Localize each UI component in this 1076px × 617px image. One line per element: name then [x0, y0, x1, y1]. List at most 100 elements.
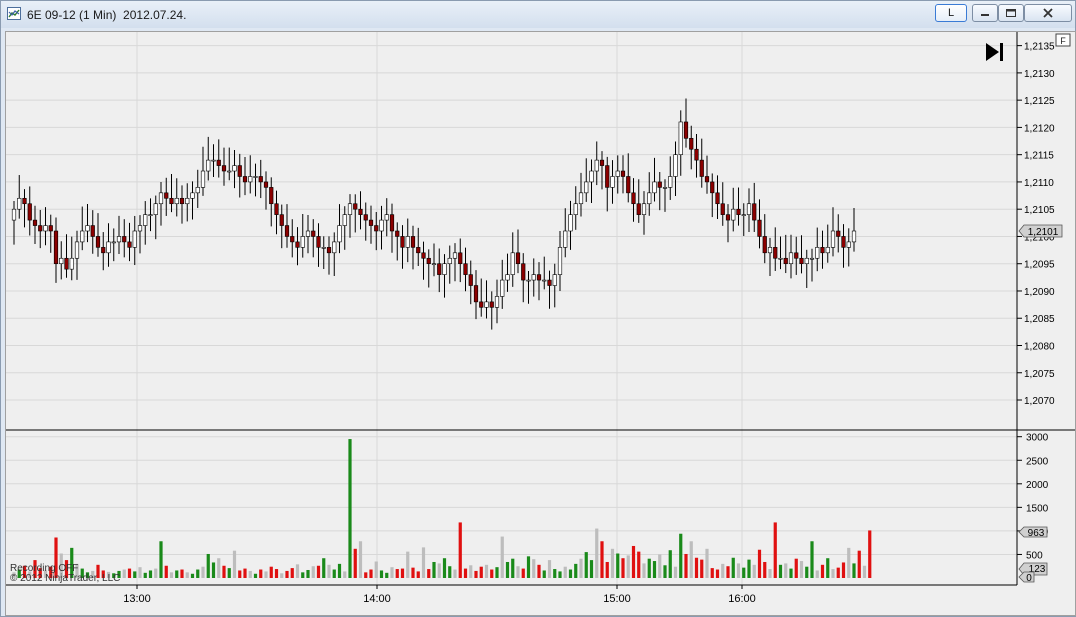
candlestick — [384, 198, 389, 237]
candlestick — [573, 186, 578, 230]
volume-bar — [805, 566, 809, 578]
maximize-button[interactable] — [998, 4, 1024, 22]
volume-bar — [658, 554, 662, 578]
title-bar[interactable]: 6E 09-12 (1 Min) 2012.07.24. L — [1, 1, 1075, 28]
volume-bar — [390, 567, 394, 578]
candlestick — [80, 206, 85, 251]
volume-bar — [532, 559, 536, 578]
volume-bar — [710, 568, 714, 578]
candlestick — [153, 195, 158, 240]
volume-bar — [206, 553, 210, 578]
copyright-text: © 2012 NinjaTrader, LLC — [10, 573, 120, 584]
volume-bar — [521, 568, 525, 578]
candlestick — [106, 223, 111, 267]
candlestick — [363, 202, 368, 241]
volume-bar — [626, 555, 630, 578]
volume-bar — [668, 550, 672, 578]
volume-bar — [684, 553, 688, 578]
candlestick — [568, 200, 573, 250]
candlestick — [59, 241, 64, 280]
candlestick — [332, 232, 337, 276]
close-button[interactable] — [1024, 4, 1072, 22]
candlestick — [694, 133, 699, 178]
candlestick — [731, 187, 736, 232]
price-tick-label: 1,2105 — [1024, 205, 1055, 216]
candlestick — [421, 241, 426, 280]
candlestick — [179, 185, 185, 224]
volume-bar — [395, 569, 399, 578]
candlestick — [521, 253, 526, 303]
volume-bar — [547, 560, 552, 578]
candlestick — [762, 214, 767, 264]
price-tick-label: 1,2080 — [1024, 341, 1055, 352]
price-tick-label: 1,2125 — [1024, 96, 1055, 107]
link-button-label: L — [947, 7, 955, 19]
volume-bar — [537, 564, 541, 578]
candlestick — [274, 190, 279, 235]
volume-bar — [122, 569, 126, 578]
volume-bar — [694, 557, 699, 578]
candlestick — [536, 262, 542, 301]
volume-bar — [642, 563, 646, 578]
minimize-button[interactable] — [972, 4, 998, 22]
candlestick — [284, 204, 290, 248]
volume-bar — [563, 566, 567, 578]
volume-bar — [820, 564, 825, 578]
volume-bar — [616, 553, 620, 578]
volume-bar — [385, 572, 389, 578]
volume-bar — [857, 550, 861, 578]
candlestick — [143, 201, 148, 245]
volume-bar — [290, 568, 294, 578]
volume-bar — [479, 566, 483, 578]
volume-bar — [306, 569, 310, 578]
candlestick — [505, 253, 510, 292]
candlestick — [122, 219, 127, 258]
candlestick — [794, 236, 799, 275]
volume-bar — [280, 573, 284, 578]
candlestick — [74, 230, 80, 280]
volume-tick-label: 500 — [1026, 550, 1043, 561]
volume-bar — [453, 569, 457, 578]
price-tick-label: 1,2085 — [1024, 314, 1055, 325]
candlestick — [253, 163, 258, 197]
volume-bar — [180, 569, 184, 578]
candlestick — [316, 223, 321, 267]
candlestick — [494, 279, 500, 324]
candlestick — [258, 159, 263, 199]
candlestick — [500, 259, 505, 309]
price-tick-label: 1,2135 — [1024, 42, 1055, 53]
candlestick — [405, 218, 410, 263]
chart-svg[interactable]: F 1,2135 1,2130 1,2125 1,2120 1,2115 1,2110 1,… — [6, 32, 1075, 615]
candlestick — [353, 194, 358, 233]
candlestick — [710, 173, 715, 218]
candlestick — [458, 238, 463, 283]
close-icon — [1043, 8, 1053, 18]
last-down-volume-tag: 123 0 — [1018, 562, 1048, 584]
candlestick — [736, 187, 741, 226]
link-button[interactable]: L — [935, 4, 967, 22]
volume-bar — [747, 559, 751, 578]
candlestick — [767, 237, 773, 276]
time-tick-label: 13:00 — [123, 593, 151, 605]
volume-bar — [227, 568, 231, 578]
chart-panel[interactable]: F 1,2135 1,2130 1,2125 1,2120 1,2115 1,2110 1,… — [5, 31, 1076, 616]
volume-bar — [605, 561, 609, 578]
volume-bar — [789, 568, 793, 578]
volume-bar — [175, 570, 179, 578]
candlestick — [641, 191, 647, 235]
candlestick — [64, 234, 69, 278]
time-tick-label: 14:00 — [363, 593, 391, 605]
volume-bar — [301, 572, 305, 578]
candlestick — [174, 178, 179, 217]
volume-bar — [337, 563, 342, 578]
volume-bar — [689, 541, 693, 578]
volume-tick-label: 1500 — [1026, 503, 1049, 514]
candlestick — [447, 245, 452, 284]
volume-bar — [595, 528, 599, 578]
candlestick — [347, 194, 353, 238]
volume-bar — [437, 563, 441, 578]
candlestick — [594, 141, 599, 186]
volume-bar — [652, 561, 657, 578]
volume-bar — [495, 567, 499, 578]
volume-bar — [726, 566, 730, 578]
